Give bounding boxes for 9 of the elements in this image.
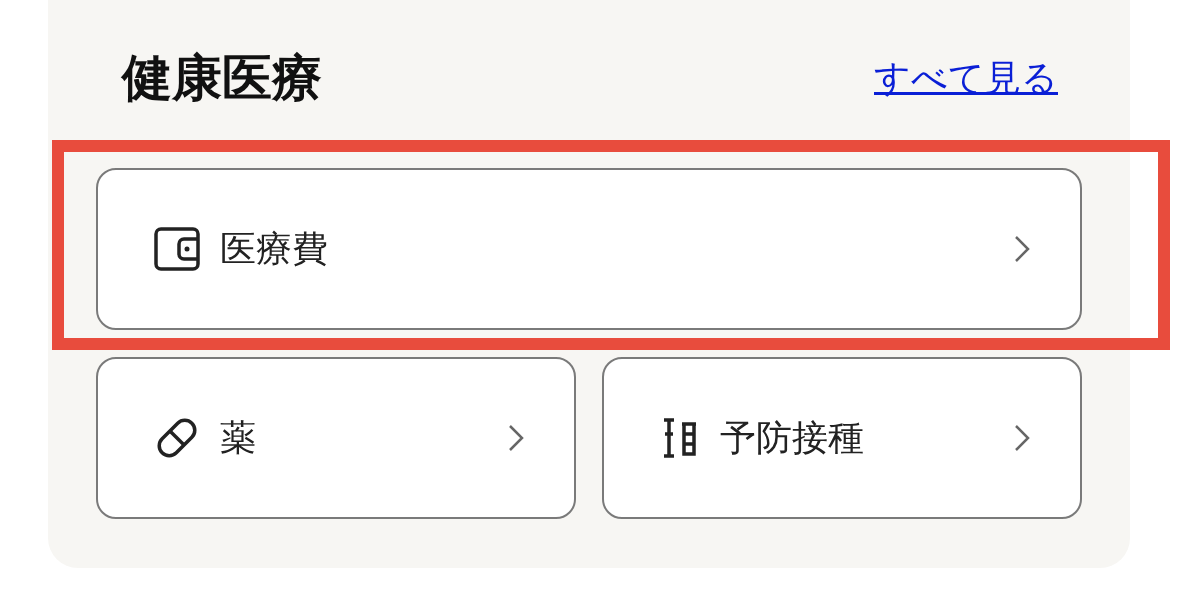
menu-item[interactable]: 医療費 (96, 168, 1082, 330)
section-title: 健康医療 (122, 47, 322, 109)
see-all-link[interactable]: すべて見る (874, 53, 1058, 103)
chevron-icon (1014, 424, 1030, 452)
menu-item[interactable]: 予防接種 (602, 357, 1082, 519)
wallet-icon (154, 227, 200, 271)
chevron-icon (1014, 235, 1030, 263)
menu-item[interactable]: 薬 (96, 357, 576, 519)
chevron-icon (508, 424, 524, 452)
